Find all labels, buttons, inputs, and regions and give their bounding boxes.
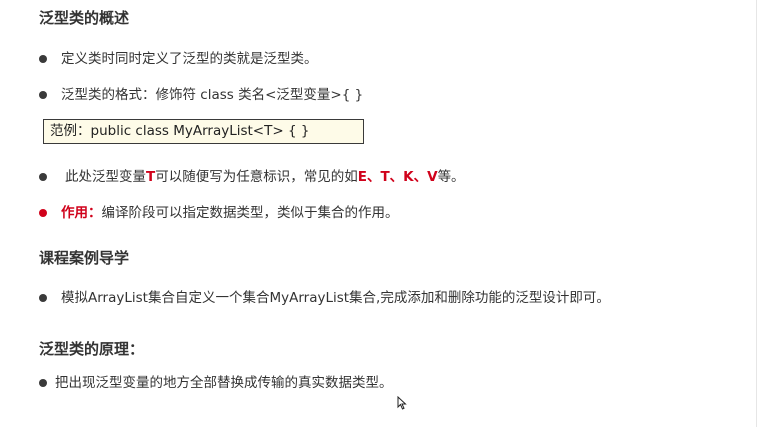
right-divider bbox=[756, 0, 757, 427]
bullet-dot-red bbox=[39, 209, 47, 217]
type-variable-letters: E、T、K、V bbox=[357, 169, 438, 185]
heading-case: 课程案例导学 bbox=[39, 249, 130, 267]
overview-item-purpose: 作用：编译阶段可以指定数据类型，类似于集合的作用。 bbox=[61, 203, 399, 223]
bullet-dot bbox=[39, 379, 47, 387]
heading-overview: 泛型类的概述 bbox=[39, 9, 130, 27]
mouse-pointer-icon bbox=[397, 396, 407, 410]
overview-item-definition: 定义类时同时定义了泛型的类就是泛型类。 bbox=[61, 51, 318, 67]
case-item-simulate: 模拟ArrayList集合自定义一个集合MyArrayList集合,完成添加和删… bbox=[61, 290, 610, 306]
principle-item-replace: 把出现泛型变量的地方全部替换成传输的真实数据类型。 bbox=[55, 375, 393, 391]
type-variable-prefix: 此处泛型变量 bbox=[65, 169, 146, 185]
overview-item-type-variable: 此处泛型变量T可以随便写为任意标识，常见的如E、T、K、V等。 bbox=[65, 167, 465, 187]
example-box: 范例：public class MyArrayList<T> { } bbox=[43, 119, 364, 144]
heading-principle: 泛型类的原理： bbox=[39, 340, 145, 358]
overview-item-format: 泛型类的格式：修饰符 class 类名<泛型变量>{ } bbox=[61, 87, 364, 103]
purpose-text: 编译阶段可以指定数据类型，类似于集合的作用。 bbox=[101, 205, 399, 221]
bullet-dot bbox=[39, 294, 47, 302]
type-variable-t: T bbox=[146, 169, 156, 185]
type-variable-suffix: 等。 bbox=[437, 169, 465, 185]
bullet-dot bbox=[39, 91, 47, 99]
bullet-dot bbox=[39, 173, 47, 181]
type-variable-middle: 可以随便写为任意标识，常见的如 bbox=[155, 169, 358, 185]
purpose-label: 作用： bbox=[61, 205, 102, 221]
bullet-dot bbox=[39, 55, 47, 63]
